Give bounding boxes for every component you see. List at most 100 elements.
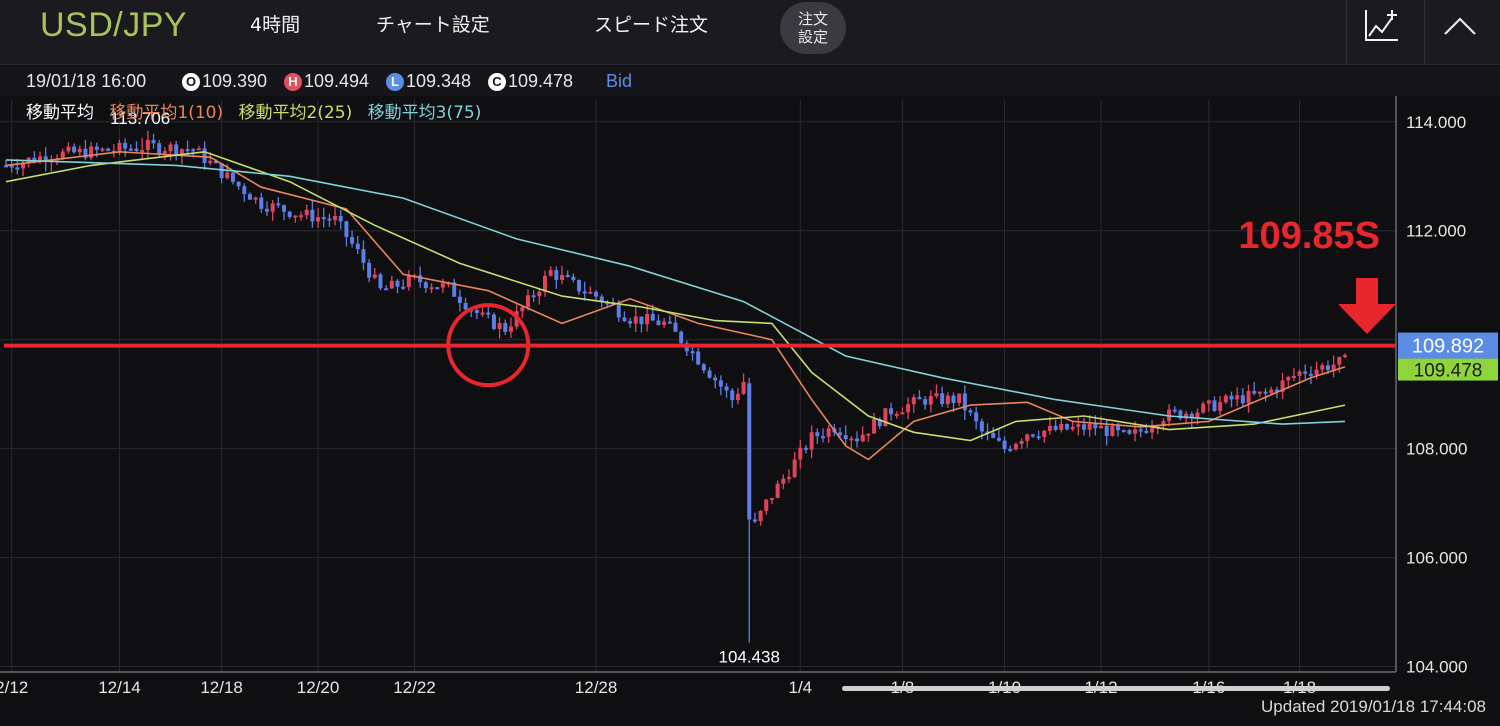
price-type-label[interactable]: Bid: [606, 71, 632, 92]
candle-body: [134, 148, 139, 151]
candle-body: [372, 274, 377, 278]
candle-body: [157, 143, 162, 154]
candle-body: [764, 499, 769, 511]
candle-body: [843, 435, 848, 440]
candle-body: [781, 478, 786, 484]
close-price-label: 109.478: [1414, 361, 1483, 382]
chart-settings-button[interactable]: チャート設定: [376, 10, 490, 37]
low-price-label: 104.438: [719, 648, 780, 667]
candle-body: [60, 151, 65, 159]
last-updated-text: Updated 2019/01/18 17:44:08: [1261, 697, 1486, 716]
candle-body: [752, 519, 757, 522]
ohlc-low: L 109.348: [386, 71, 471, 92]
candle-body: [440, 283, 445, 288]
candle-body: [378, 274, 383, 289]
candle-body: [565, 274, 570, 277]
candle-body: [741, 381, 746, 394]
candle-body: [690, 351, 695, 354]
candle-body: [145, 139, 150, 150]
candle-body: [815, 432, 820, 437]
candle-body: [491, 314, 496, 329]
candle-body: [730, 390, 735, 401]
candle-body: [928, 396, 933, 405]
candle-body: [656, 320, 661, 326]
order-settings-button[interactable]: 注文 設定: [780, 2, 846, 54]
candle-body: [786, 477, 791, 480]
low-value: 109.348: [406, 71, 472, 91]
candle-body: [707, 370, 712, 378]
candle-body: [355, 243, 360, 250]
candle-body: [1337, 356, 1342, 365]
ohlc-info-bar: 19/01/18 16:00 O 109.390 H 109.494 L 109.34…: [0, 66, 1500, 96]
candle-body: [1325, 365, 1330, 371]
candle-body: [100, 148, 105, 151]
candle-body: [384, 288, 389, 291]
candle-body: [316, 217, 321, 222]
candle-body: [718, 380, 723, 387]
annotation-text: 109.85S: [1238, 215, 1380, 257]
candle-body: [1150, 428, 1155, 433]
ma3-legend: 移動平均3(75): [367, 103, 482, 123]
candle-body: [1013, 443, 1018, 450]
speed-order-button[interactable]: スピード注文: [594, 10, 708, 37]
candle-body: [650, 313, 655, 321]
candle-body: [923, 399, 928, 405]
candle-body: [1320, 365, 1325, 370]
candle-body: [679, 331, 684, 344]
candle-body: [542, 275, 547, 292]
candle-body: [1099, 425, 1104, 429]
candle-body: [225, 172, 230, 179]
candle-body: [628, 321, 633, 324]
x-tick-label: 12/18: [200, 678, 243, 697]
candle-body: [951, 395, 956, 404]
candle-body: [503, 323, 508, 332]
ma-legend-label: 移動平均: [26, 103, 94, 123]
candle-body: [1138, 429, 1143, 432]
candle-body: [1201, 403, 1206, 413]
chart-scrollbar[interactable]: [842, 686, 1390, 691]
candle-body: [826, 428, 831, 437]
down-arrow-icon: [1338, 304, 1396, 334]
x-tick-label: 1/4: [788, 678, 812, 697]
chevron-up-icon[interactable]: [1440, 8, 1480, 44]
candle-body: [1042, 430, 1047, 437]
candle-body: [838, 432, 843, 436]
candle-body: [497, 323, 502, 329]
candle-body: [900, 412, 905, 415]
candle-body: [577, 279, 582, 292]
candle-body: [735, 393, 740, 401]
candle-body: [1240, 395, 1245, 404]
candle-body: [9, 165, 14, 168]
candle-body: [429, 287, 434, 290]
candle-body: [996, 437, 1001, 441]
candle-body: [1030, 434, 1035, 437]
candle-body: [338, 215, 343, 222]
candle-body: [1110, 425, 1115, 436]
ma2-legend: 移動平均2(25): [238, 103, 353, 123]
x-tick-label: 12/14: [98, 678, 141, 697]
candle-body: [15, 167, 20, 170]
candle-body: [270, 203, 275, 212]
candle-body: [463, 303, 468, 310]
candle-body: [633, 316, 638, 324]
candle-body: [1116, 425, 1121, 431]
candle-body: [713, 377, 718, 381]
candle-body: [1257, 391, 1262, 394]
currency-pair-title[interactable]: USD/JPY: [40, 6, 187, 45]
candle-body: [242, 186, 247, 195]
candle-body: [548, 270, 553, 276]
candle-body: [191, 149, 196, 152]
y-tick-label: 106.000: [1406, 549, 1467, 568]
candle-body: [508, 326, 513, 332]
candle-body: [594, 291, 599, 297]
candle-body: [645, 313, 650, 325]
candle-body: [520, 307, 525, 312]
high-badge-icon: H: [284, 73, 302, 91]
timeframe-selector[interactable]: 4時間: [250, 10, 300, 37]
add-indicator-icon[interactable]: [1362, 6, 1402, 46]
candle-body: [1297, 371, 1302, 376]
candle-body: [253, 197, 258, 200]
candle-body: [418, 275, 423, 283]
candle-body: [1025, 434, 1030, 441]
candle-body: [588, 291, 593, 294]
